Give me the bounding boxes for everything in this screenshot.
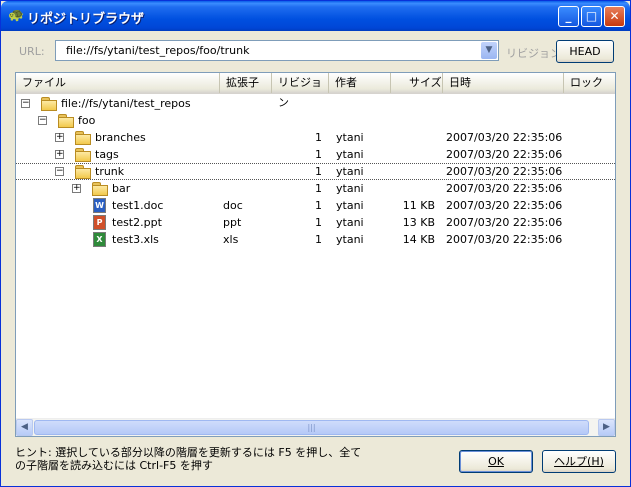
row-author: ytani — [336, 233, 364, 246]
word-document-icon: W — [93, 198, 106, 213]
collapse-icon[interactable]: − — [38, 116, 47, 125]
column-header-size[interactable]: サイズ — [391, 73, 443, 93]
row-extension: xls — [223, 233, 239, 246]
row-author: ytani — [336, 131, 364, 144]
horizontal-scrollbar[interactable]: ◀ ||| ▶ — [16, 418, 615, 436]
row-date: 2007/03/20 22:35:06 — [446, 148, 563, 161]
folder-icon — [75, 148, 91, 162]
collapse-icon[interactable]: − — [55, 167, 64, 176]
row-date: 2007/03/20 22:35:06 — [446, 131, 563, 144]
row-author: ytani — [336, 148, 364, 161]
row-name: file://fs/ytani/test_repos — [61, 97, 191, 110]
collapse-icon[interactable]: − — [21, 99, 30, 108]
dialog-content: URL: file://fs/ytani/test_repos/foo/trun… — [5, 31, 626, 484]
row-extension: ppt — [223, 216, 242, 229]
row-extension: doc — [223, 199, 243, 212]
tree-row[interactable]: X test3.xls xls 1 ytani 14 KB 2007/03/20… — [16, 231, 615, 248]
tree-row[interactable]: − foo — [16, 112, 615, 129]
help-button[interactable]: ヘルプ(H) — [542, 450, 616, 473]
tree-row[interactable]: + bar 1 ytani 2007/03/20 22:35:06 — [16, 180, 615, 197]
expand-icon[interactable]: + — [55, 133, 64, 142]
row-name: branches — [95, 131, 146, 144]
row-author: ytani — [336, 199, 364, 212]
folder-open-icon — [75, 165, 91, 179]
folder-icon — [75, 131, 91, 145]
hint-line-1: ヒント: 選択している部分以降の階層を更新するには F5 を押し、全て — [15, 446, 362, 459]
folder-open-icon — [58, 114, 74, 128]
row-date: 2007/03/20 22:35:06 — [446, 199, 563, 212]
scroll-right-icon[interactable]: ▶ — [598, 419, 615, 436]
excel-spreadsheet-icon: X — [93, 232, 106, 247]
row-name: foo — [78, 114, 96, 127]
row-revision: 1 — [315, 216, 322, 229]
tree-row[interactable]: + branches 1 ytani 2007/03/20 22:35:06 — [16, 129, 615, 146]
expand-icon[interactable]: + — [55, 150, 64, 159]
list-header: ファイル 拡張子 リビジョン 作者 サイズ 日時 ロック — [16, 73, 615, 109]
ok-button-label: OK — [488, 455, 504, 468]
close-button[interactable]: ✕ — [604, 6, 625, 27]
expand-icon[interactable]: + — [72, 184, 81, 193]
help-button-label: ヘルプ(H) — [554, 455, 604, 468]
url-label: URL: — [19, 45, 45, 58]
row-size: 11 KB — [402, 199, 435, 212]
minimize-button[interactable]: _ — [558, 6, 579, 27]
row-name: test2.ppt — [112, 216, 162, 229]
hint-line-2: の子階層を読み込むには Ctrl-F5 を押す — [15, 459, 213, 472]
hint-text: ヒント: 選択している部分以降の階層を更新するには F5 を押し、全て の子階層… — [15, 446, 365, 472]
row-date: 2007/03/20 22:35:06 — [446, 216, 563, 229]
row-revision: 1 — [315, 131, 322, 144]
row-revision: 1 — [315, 148, 322, 161]
row-name: test3.xls — [112, 233, 159, 246]
row-size: 14 KB — [402, 233, 435, 246]
row-name: trunk — [95, 165, 125, 178]
maximize-button[interactable]: □ — [581, 6, 602, 27]
tree-row[interactable]: W test1.doc doc 1 ytani 11 KB 2007/03/20… — [16, 197, 615, 214]
row-author: ytani — [336, 182, 364, 195]
tree-row[interactable]: + tags 1 ytani 2007/03/20 22:35:06 — [16, 146, 615, 163]
row-date: 2007/03/20 22:35:06 — [446, 233, 563, 246]
row-revision: 1 — [315, 165, 322, 178]
row-date: 2007/03/20 22:35:06 — [446, 182, 563, 195]
column-header-author[interactable]: 作者 — [329, 73, 391, 93]
row-author: ytani — [336, 216, 364, 229]
column-header-date[interactable]: 日時 — [443, 73, 564, 93]
column-header-lock[interactable]: ロック — [564, 73, 615, 93]
title-bar[interactable]: 🐢 リポジトリブラウザ _ □ ✕ — [1, 1, 630, 31]
row-author: ytani — [336, 165, 364, 178]
url-value[interactable]: file://fs/ytani/test_repos/foo/trunk — [66, 44, 250, 57]
tree-row-selected[interactable]: − trunk 1 ytani 2007/03/20 22:35:06 — [16, 163, 615, 180]
row-name: tags — [95, 148, 119, 161]
repository-tree-list[interactable]: ファイル 拡張子 リビジョン 作者 サイズ 日時 ロック − file://fs… — [15, 72, 616, 437]
scrollbar-thumb[interactable]: ||| — [34, 420, 589, 435]
window-title: リポジトリブラウザ — [27, 12, 145, 27]
row-revision: 1 — [315, 182, 322, 195]
row-revision: 1 — [315, 199, 322, 212]
head-revision-button[interactable]: HEAD — [556, 40, 614, 63]
powerpoint-document-icon: P — [93, 215, 106, 230]
ok-button[interactable]: OK — [459, 450, 533, 473]
chevron-down-icon[interactable]: ▼ — [481, 42, 497, 59]
column-header-file[interactable]: ファイル — [16, 73, 220, 93]
folder-icon — [92, 182, 108, 196]
folder-open-icon — [41, 97, 57, 111]
repository-browser-window: 🐢 リポジトリブラウザ _ □ ✕ URL: file://fs/ytani/t… — [0, 0, 631, 487]
column-header-extension[interactable]: 拡張子 — [220, 73, 272, 93]
app-turtle-icon: 🐢 — [8, 8, 25, 23]
url-combobox[interactable]: file://fs/ytani/test_repos/foo/trunk ▼ — [55, 40, 499, 61]
row-size: 13 KB — [402, 216, 435, 229]
row-name: test1.doc — [112, 199, 164, 212]
scroll-left-icon[interactable]: ◀ — [16, 419, 33, 436]
column-header-revision[interactable]: リビジョン — [272, 73, 329, 109]
row-date: 2007/03/20 22:35:06 — [446, 165, 563, 178]
tree-row[interactable]: − file://fs/ytani/test_repos — [16, 95, 615, 112]
row-revision: 1 — [315, 233, 322, 246]
row-name: bar — [112, 182, 131, 195]
tree-row[interactable]: P test2.ppt ppt 1 ytani 13 KB 2007/03/20… — [16, 214, 615, 231]
